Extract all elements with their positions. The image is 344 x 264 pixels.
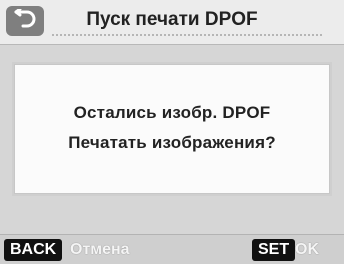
back-key-badge[interactable]: BACK — [4, 239, 63, 261]
page-title: Пуск печати DPOF — [86, 9, 258, 30]
set-key-badge[interactable]: SET — [252, 239, 296, 261]
button-hints-bar: BACK Отмена SET OK — [0, 234, 344, 264]
ok-label[interactable]: OK — [295, 239, 319, 261]
title-bar: Пуск печати DPOF — [0, 0, 344, 45]
camera-print-screen: Пуск печати DPOF Остались изобр. DPOF Пе… — [0, 0, 344, 264]
dialog-line-2: Печатать изображения? — [68, 133, 276, 152]
cancel-label[interactable]: Отмена — [70, 239, 130, 261]
message-dialog: Остались изобр. DPOF Печатать изображени… — [14, 64, 330, 194]
title-divider — [52, 34, 322, 36]
dialog-line-1: Остались изобр. DPOF — [73, 103, 271, 122]
